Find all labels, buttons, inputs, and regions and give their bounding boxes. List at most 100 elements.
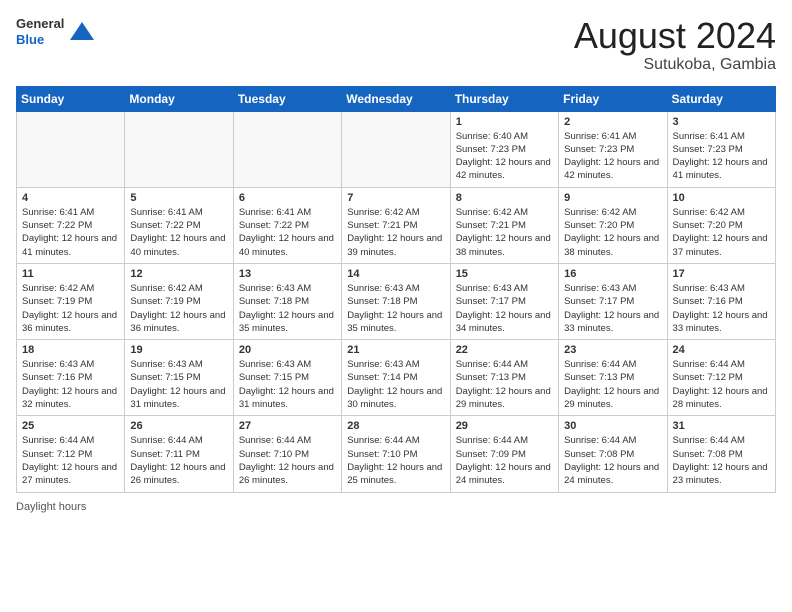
day-number: 13 (239, 268, 336, 280)
day-info: Sunrise: 6:44 AM Sunset: 7:10 PM Dayligh… (239, 434, 336, 487)
calendar-cell (125, 111, 233, 187)
calendar-header-row: SundayMondayTuesdayWednesdayThursdayFrid… (17, 86, 776, 111)
calendar-cell: 5Sunrise: 6:41 AM Sunset: 7:22 PM Daylig… (125, 187, 233, 263)
day-number: 10 (673, 192, 770, 204)
day-number: 6 (239, 192, 336, 204)
calendar-cell: 31Sunrise: 6:44 AM Sunset: 7:08 PM Dayli… (667, 416, 775, 492)
day-number: 11 (22, 268, 119, 280)
calendar-cell: 29Sunrise: 6:44 AM Sunset: 7:09 PM Dayli… (450, 416, 558, 492)
col-header-monday: Monday (125, 86, 233, 111)
calendar-week-2: 4 Sunrise: 6:41 AM Sunset: 7:22 PM Daylig… (17, 187, 776, 263)
footer: Daylight hours (16, 501, 776, 513)
calendar-table: SundayMondayTuesdayWednesdayThursdayFrid… (16, 86, 776, 493)
day-number: 7 (347, 192, 444, 204)
day-number: 1 (456, 116, 553, 128)
day-number: 26 (130, 420, 227, 432)
day-info: Sunrise: 6:42 AM Sunset: 7:20 PM Dayligh… (673, 206, 770, 259)
day-info: Sunrise: 6:43 AM Sunset: 7:18 PM Dayligh… (347, 282, 444, 335)
calendar-cell: 3 Sunrise: 6:41 AM Sunset: 7:23 PM Daylig… (667, 111, 775, 187)
calendar-cell: 30 Sunrise: 6:44 AM Sunset: 7:08 PM Dayli… (559, 416, 667, 492)
calendar-cell: 11 Sunrise: 6:42 AM Sunset: 7:19 PM Dayli… (17, 263, 125, 339)
calendar-week-1: 1Sunrise: 6:40 AM Sunset: 7:23 PM Daylig… (17, 111, 776, 187)
day-info: Sunrise: 6:44 AM Sunset: 7:08 PM Dayligh… (564, 434, 661, 487)
day-info: Sunrise: 6:43 AM Sunset: 7:15 PM Dayligh… (130, 358, 227, 411)
day-info: Sunrise: 6:43 AM Sunset: 7:16 PM Dayligh… (673, 282, 770, 335)
calendar-cell: 14 Sunrise: 6:43 AM Sunset: 7:18 PM Dayli… (342, 263, 450, 339)
col-header-tuesday: Tuesday (233, 86, 341, 111)
day-info: Sunrise: 6:43 AM Sunset: 7:15 PM Dayligh… (239, 358, 336, 411)
day-number: 22 (456, 344, 553, 356)
calendar-cell: 24Sunrise: 6:44 AM Sunset: 7:12 PM Dayli… (667, 340, 775, 416)
calendar-week-4: 18Sunrise: 6:43 AM Sunset: 7:16 PM Dayli… (17, 340, 776, 416)
calendar-cell: 9 Sunrise: 6:42 AM Sunset: 7:20 PM Daylig… (559, 187, 667, 263)
day-number: 23 (564, 344, 661, 356)
col-header-friday: Friday (559, 86, 667, 111)
day-number: 20 (239, 344, 336, 356)
day-info: Sunrise: 6:41 AM Sunset: 7:22 PM Dayligh… (22, 206, 119, 259)
day-number: 17 (673, 268, 770, 280)
day-number: 9 (564, 192, 661, 204)
day-info: Sunrise: 6:42 AM Sunset: 7:19 PM Dayligh… (130, 282, 227, 335)
col-header-wednesday: Wednesday (342, 86, 450, 111)
calendar-cell (342, 111, 450, 187)
day-info: Sunrise: 6:44 AM Sunset: 7:10 PM Dayligh… (347, 434, 444, 487)
day-info: Sunrise: 6:44 AM Sunset: 7:08 PM Dayligh… (673, 434, 770, 487)
day-info: Sunrise: 6:42 AM Sunset: 7:19 PM Dayligh… (22, 282, 119, 335)
day-number: 24 (673, 344, 770, 356)
day-info: Sunrise: 6:44 AM Sunset: 7:13 PM Dayligh… (456, 358, 553, 411)
day-info: Sunrise: 6:42 AM Sunset: 7:20 PM Dayligh… (564, 206, 661, 259)
calendar-cell: 12 Sunrise: 6:42 AM Sunset: 7:19 PM Dayli… (125, 263, 233, 339)
logo-blue-text: Blue (16, 32, 64, 48)
calendar-cell: 7 Sunrise: 6:42 AM Sunset: 7:21 PM Daylig… (342, 187, 450, 263)
location-subtitle: Sutukoba, Gambia (574, 56, 776, 74)
calendar-cell: 28 Sunrise: 6:44 AM Sunset: 7:10 PM Dayli… (342, 416, 450, 492)
calendar-cell: 1Sunrise: 6:40 AM Sunset: 7:23 PM Daylig… (450, 111, 558, 187)
col-header-saturday: Saturday (667, 86, 775, 111)
calendar-cell: 10 Sunrise: 6:42 AM Sunset: 7:20 PM Dayli… (667, 187, 775, 263)
logo-general-text: General (16, 16, 64, 32)
day-info: Sunrise: 6:42 AM Sunset: 7:21 PM Dayligh… (347, 206, 444, 259)
day-info: Sunrise: 6:43 AM Sunset: 7:14 PM Dayligh… (347, 358, 444, 411)
day-number: 30 (564, 420, 661, 432)
calendar-cell: 17 Sunrise: 6:43 AM Sunset: 7:16 PM Dayli… (667, 263, 775, 339)
calendar-cell: 16Sunrise: 6:43 AM Sunset: 7:17 PM Dayli… (559, 263, 667, 339)
page-header: General Blue August 2024 Sutukoba, Gambi… (16, 16, 776, 74)
calendar-cell: 13 Sunrise: 6:43 AM Sunset: 7:18 PM Dayli… (233, 263, 341, 339)
month-year-title: August 2024 (574, 16, 776, 56)
day-info: Sunrise: 6:44 AM Sunset: 7:12 PM Dayligh… (22, 434, 119, 487)
calendar-cell: 20 Sunrise: 6:43 AM Sunset: 7:15 PM Dayli… (233, 340, 341, 416)
calendar-cell: 27 Sunrise: 6:44 AM Sunset: 7:10 PM Dayli… (233, 416, 341, 492)
calendar-cell: 6 Sunrise: 6:41 AM Sunset: 7:22 PM Daylig… (233, 187, 341, 263)
calendar-cell: 26 Sunrise: 6:44 AM Sunset: 7:11 PM Dayli… (125, 416, 233, 492)
calendar-cell: 8 Sunrise: 6:42 AM Sunset: 7:21 PM Daylig… (450, 187, 558, 263)
logo: General Blue (16, 16, 96, 47)
day-number: 3 (673, 116, 770, 128)
day-number: 15 (456, 268, 553, 280)
day-number: 25 (22, 420, 119, 432)
day-number: 4 (22, 192, 119, 204)
day-info: Sunrise: 6:44 AM Sunset: 7:13 PM Dayligh… (564, 358, 661, 411)
day-number: 8 (456, 192, 553, 204)
day-info: Sunrise: 6:41 AM Sunset: 7:22 PM Dayligh… (239, 206, 336, 259)
day-number: 28 (347, 420, 444, 432)
calendar-cell: 25 Sunrise: 6:44 AM Sunset: 7:12 PM Dayli… (17, 416, 125, 492)
day-number: 27 (239, 420, 336, 432)
calendar-week-5: 25 Sunrise: 6:44 AM Sunset: 7:12 PM Dayli… (17, 416, 776, 492)
day-info: Sunrise: 6:43 AM Sunset: 7:18 PM Dayligh… (239, 282, 336, 335)
calendar-cell: 21 Sunrise: 6:43 AM Sunset: 7:14 PM Dayli… (342, 340, 450, 416)
day-number: 12 (130, 268, 227, 280)
day-info: Sunrise: 6:42 AM Sunset: 7:21 PM Dayligh… (456, 206, 553, 259)
calendar-cell: 22 Sunrise: 6:44 AM Sunset: 7:13 PM Dayli… (450, 340, 558, 416)
title-block: August 2024 Sutukoba, Gambia (574, 16, 776, 74)
calendar-cell: 19 Sunrise: 6:43 AM Sunset: 7:15 PM Dayli… (125, 340, 233, 416)
day-number: 19 (130, 344, 227, 356)
logo-icon (68, 18, 96, 46)
day-number: 21 (347, 344, 444, 356)
day-info: Sunrise: 6:44 AM Sunset: 7:11 PM Dayligh… (130, 434, 227, 487)
day-number: 2 (564, 116, 661, 128)
calendar-cell: 2Sunrise: 6:41 AM Sunset: 7:23 PM Daylig… (559, 111, 667, 187)
daylight-hours-label: Daylight hours (16, 501, 86, 513)
day-number: 5 (130, 192, 227, 204)
day-number: 14 (347, 268, 444, 280)
day-info: Sunrise: 6:41 AM Sunset: 7:23 PM Dayligh… (673, 130, 770, 183)
